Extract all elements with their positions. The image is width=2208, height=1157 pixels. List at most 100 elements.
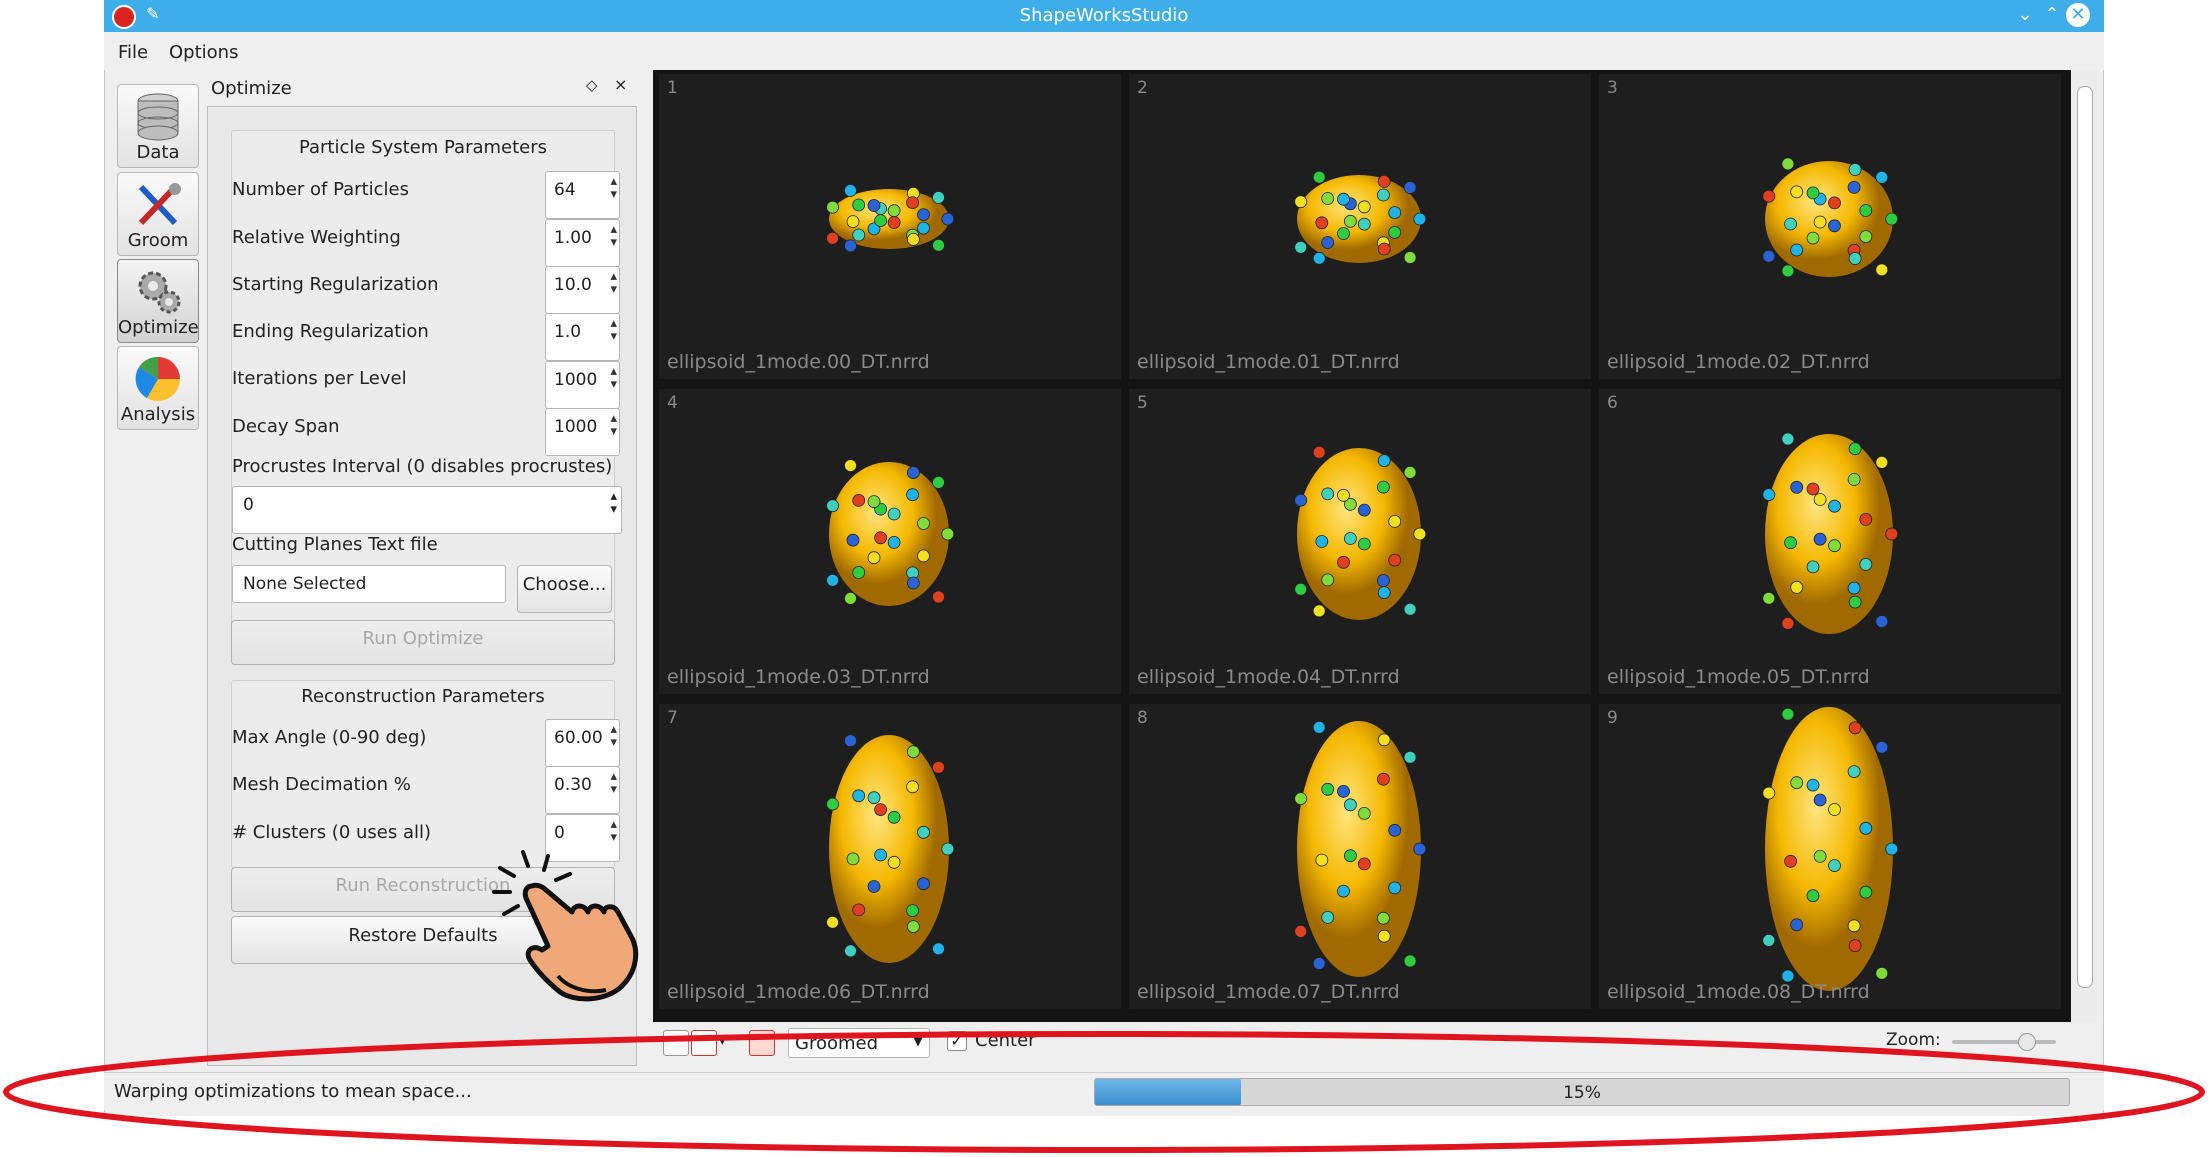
- database-icon: [137, 93, 179, 141]
- particle-point: [867, 791, 881, 805]
- particle-point: [1828, 859, 1841, 873]
- shape-cell[interactable]: 7 ellipsoid_1mode.06_DT.nrrd: [659, 704, 1121, 1009]
- procrustes-spinbox[interactable]: 0 ▴ ▾: [232, 486, 622, 534]
- cell-index: 6: [1607, 393, 1618, 413]
- particle-point: [1875, 615, 1889, 628]
- cell-index: 7: [667, 708, 678, 728]
- spin-arrows-icon[interactable]: ▴ ▾: [608, 770, 617, 796]
- menu-options[interactable]: Options: [169, 42, 238, 63]
- shape-cell[interactable]: 9 ellipsoid_1mode.08_DT.nrrd: [1599, 704, 2061, 1009]
- particle-point: [917, 825, 930, 839]
- particle-point: [1337, 227, 1350, 240]
- cutting-planes-field[interactable]: None Selected: [232, 565, 506, 603]
- tool-optimize-button[interactable]: Optimize: [117, 259, 199, 343]
- particle-point: [826, 573, 840, 587]
- ellipsoid-render: [1762, 157, 1899, 278]
- particle-point: [906, 920, 920, 934]
- particle-point: [1294, 493, 1308, 507]
- particle-point: [1377, 929, 1391, 943]
- scrollbar-handle[interactable]: [2077, 86, 2093, 988]
- relative-weighting-spinbox[interactable]: 1.00 ▴ ▾: [545, 219, 620, 267]
- starting-regularization-spinbox[interactable]: 10.0 ▴ ▾: [545, 266, 620, 314]
- spin-arrows-icon[interactable]: ▴ ▾: [608, 317, 617, 343]
- spin-arrows-icon[interactable]: ▴ ▾: [608, 365, 617, 391]
- spin-arrows-icon[interactable]: ▴ ▾: [608, 223, 617, 249]
- particle-point: [1337, 785, 1350, 798]
- mesh-decimation-label: Mesh Decimation %: [232, 774, 411, 795]
- particle-point: [1875, 456, 1889, 469]
- cell-index: 8: [1137, 708, 1148, 728]
- shape-cell[interactable]: 2 ellipsoid_1mode.01_DT.nrrd: [1129, 74, 1591, 379]
- pointing-hand-icon: [492, 850, 639, 1002]
- spin-arrows-icon[interactable]: ▴ ▾: [608, 818, 617, 844]
- particle-point: [1312, 251, 1326, 265]
- particle-point: [1875, 740, 1889, 754]
- particle-point: [1413, 842, 1427, 856]
- cell-filename: ellipsoid_1mode.03_DT.nrrd: [667, 666, 930, 688]
- particle-point: [1357, 807, 1371, 820]
- particle-point: [1321, 573, 1335, 587]
- ending-regularization-spinbox[interactable]: 1.0 ▴ ▾: [545, 313, 620, 361]
- particle-point: [1762, 933, 1776, 947]
- spin-arrows-icon[interactable]: ▴ ▾: [610, 490, 617, 516]
- particle-point: [1848, 721, 1862, 735]
- particle-point: [906, 196, 920, 210]
- particle-point: [1784, 217, 1798, 231]
- run-optimize-button[interactable]: Run Optimize: [231, 620, 615, 665]
- particle-point: [1762, 189, 1776, 203]
- close-icon[interactable]: ✕: [2066, 3, 2090, 27]
- spin-arrows-icon[interactable]: ▴ ▾: [608, 270, 617, 296]
- particle-point: [887, 535, 901, 549]
- choose-button[interactable]: Choose...: [517, 565, 612, 613]
- particle-point: [1875, 966, 1889, 980]
- particle-point: [1403, 954, 1417, 968]
- shape-cell[interactable]: 8 ellipsoid_1mode.07_DT.nrrd: [1129, 704, 1591, 1009]
- particle-point: [906, 576, 920, 590]
- particles-spinbox[interactable]: 64 ▴ ▾: [545, 171, 620, 219]
- particle-point: [1294, 924, 1308, 938]
- cell-index: 1: [667, 78, 678, 98]
- minimize-icon[interactable]: ⌄: [2012, 4, 2038, 26]
- tool-data-button[interactable]: Data: [117, 84, 199, 168]
- cell-filename: ellipsoid_1mode.07_DT.nrrd: [1137, 981, 1400, 1003]
- shape-cell[interactable]: 6 ellipsoid_1mode.05_DT.nrrd: [1599, 389, 2061, 694]
- max-angle-spinbox[interactable]: 60.00 ▴ ▾: [545, 719, 620, 767]
- maximize-icon[interactable]: ⌃: [2039, 4, 2065, 26]
- particle-point: [867, 495, 881, 508]
- decay-span-spinbox[interactable]: 1000 ▴ ▾: [545, 408, 620, 456]
- shape-cell[interactable]: 3 ellipsoid_1mode.02_DT.nrrd: [1599, 74, 2061, 379]
- procrustes-label: Procrustes Interval (0 disables procrust…: [232, 456, 613, 477]
- menu-bar: File Options: [104, 32, 2104, 70]
- particle-point: [1847, 181, 1861, 194]
- mesh-decimation-spinbox[interactable]: 0.30 ▴ ▾: [545, 766, 620, 814]
- spin-arrows-icon[interactable]: ▴ ▾: [608, 723, 617, 749]
- cell-filename: ellipsoid_1mode.05_DT.nrrd: [1607, 666, 1870, 688]
- particle-point: [844, 944, 857, 958]
- spin-arrows-icon[interactable]: ▴ ▾: [608, 175, 617, 201]
- particle-point: [1377, 733, 1391, 747]
- dock-float-icon[interactable]: ◇: [586, 76, 598, 94]
- particle-point: [1403, 251, 1417, 264]
- particle-point: [1848, 595, 1862, 609]
- particle-point: [1859, 821, 1873, 835]
- particle-point: [1403, 602, 1417, 616]
- particle-point: [1343, 798, 1357, 812]
- shape-cell[interactable]: 4 ellipsoid_1mode.03_DT.nrrd: [659, 389, 1121, 694]
- shape-cell[interactable]: 5 ellipsoid_1mode.04_DT.nrrd: [1129, 389, 1591, 694]
- menu-file[interactable]: File: [118, 42, 148, 63]
- particle-point: [906, 232, 920, 246]
- tool-analysis-button[interactable]: Analysis: [117, 346, 199, 430]
- tool-groom-button[interactable]: Groom: [117, 172, 199, 256]
- particle-point: [1343, 532, 1357, 545]
- particle-point: [1875, 171, 1889, 184]
- particle-point: [887, 507, 901, 521]
- spin-arrows-icon[interactable]: ▴ ▾: [608, 412, 617, 438]
- iterations-spinbox[interactable]: 1000 ▴ ▾: [545, 361, 620, 409]
- ellipsoid-render: [1294, 170, 1427, 265]
- window-title: ShapeWorksStudio: [1019, 5, 1189, 26]
- viewer-scrollbar[interactable]: [2072, 70, 2098, 1022]
- dock-close-icon[interactable]: ×: [614, 75, 627, 94]
- particle-point: [1315, 853, 1329, 867]
- tool-optimize-label: Optimize: [118, 317, 199, 338]
- shape-cell[interactable]: 1 ellipsoid_1mode.00_DT.nrrd: [659, 74, 1121, 379]
